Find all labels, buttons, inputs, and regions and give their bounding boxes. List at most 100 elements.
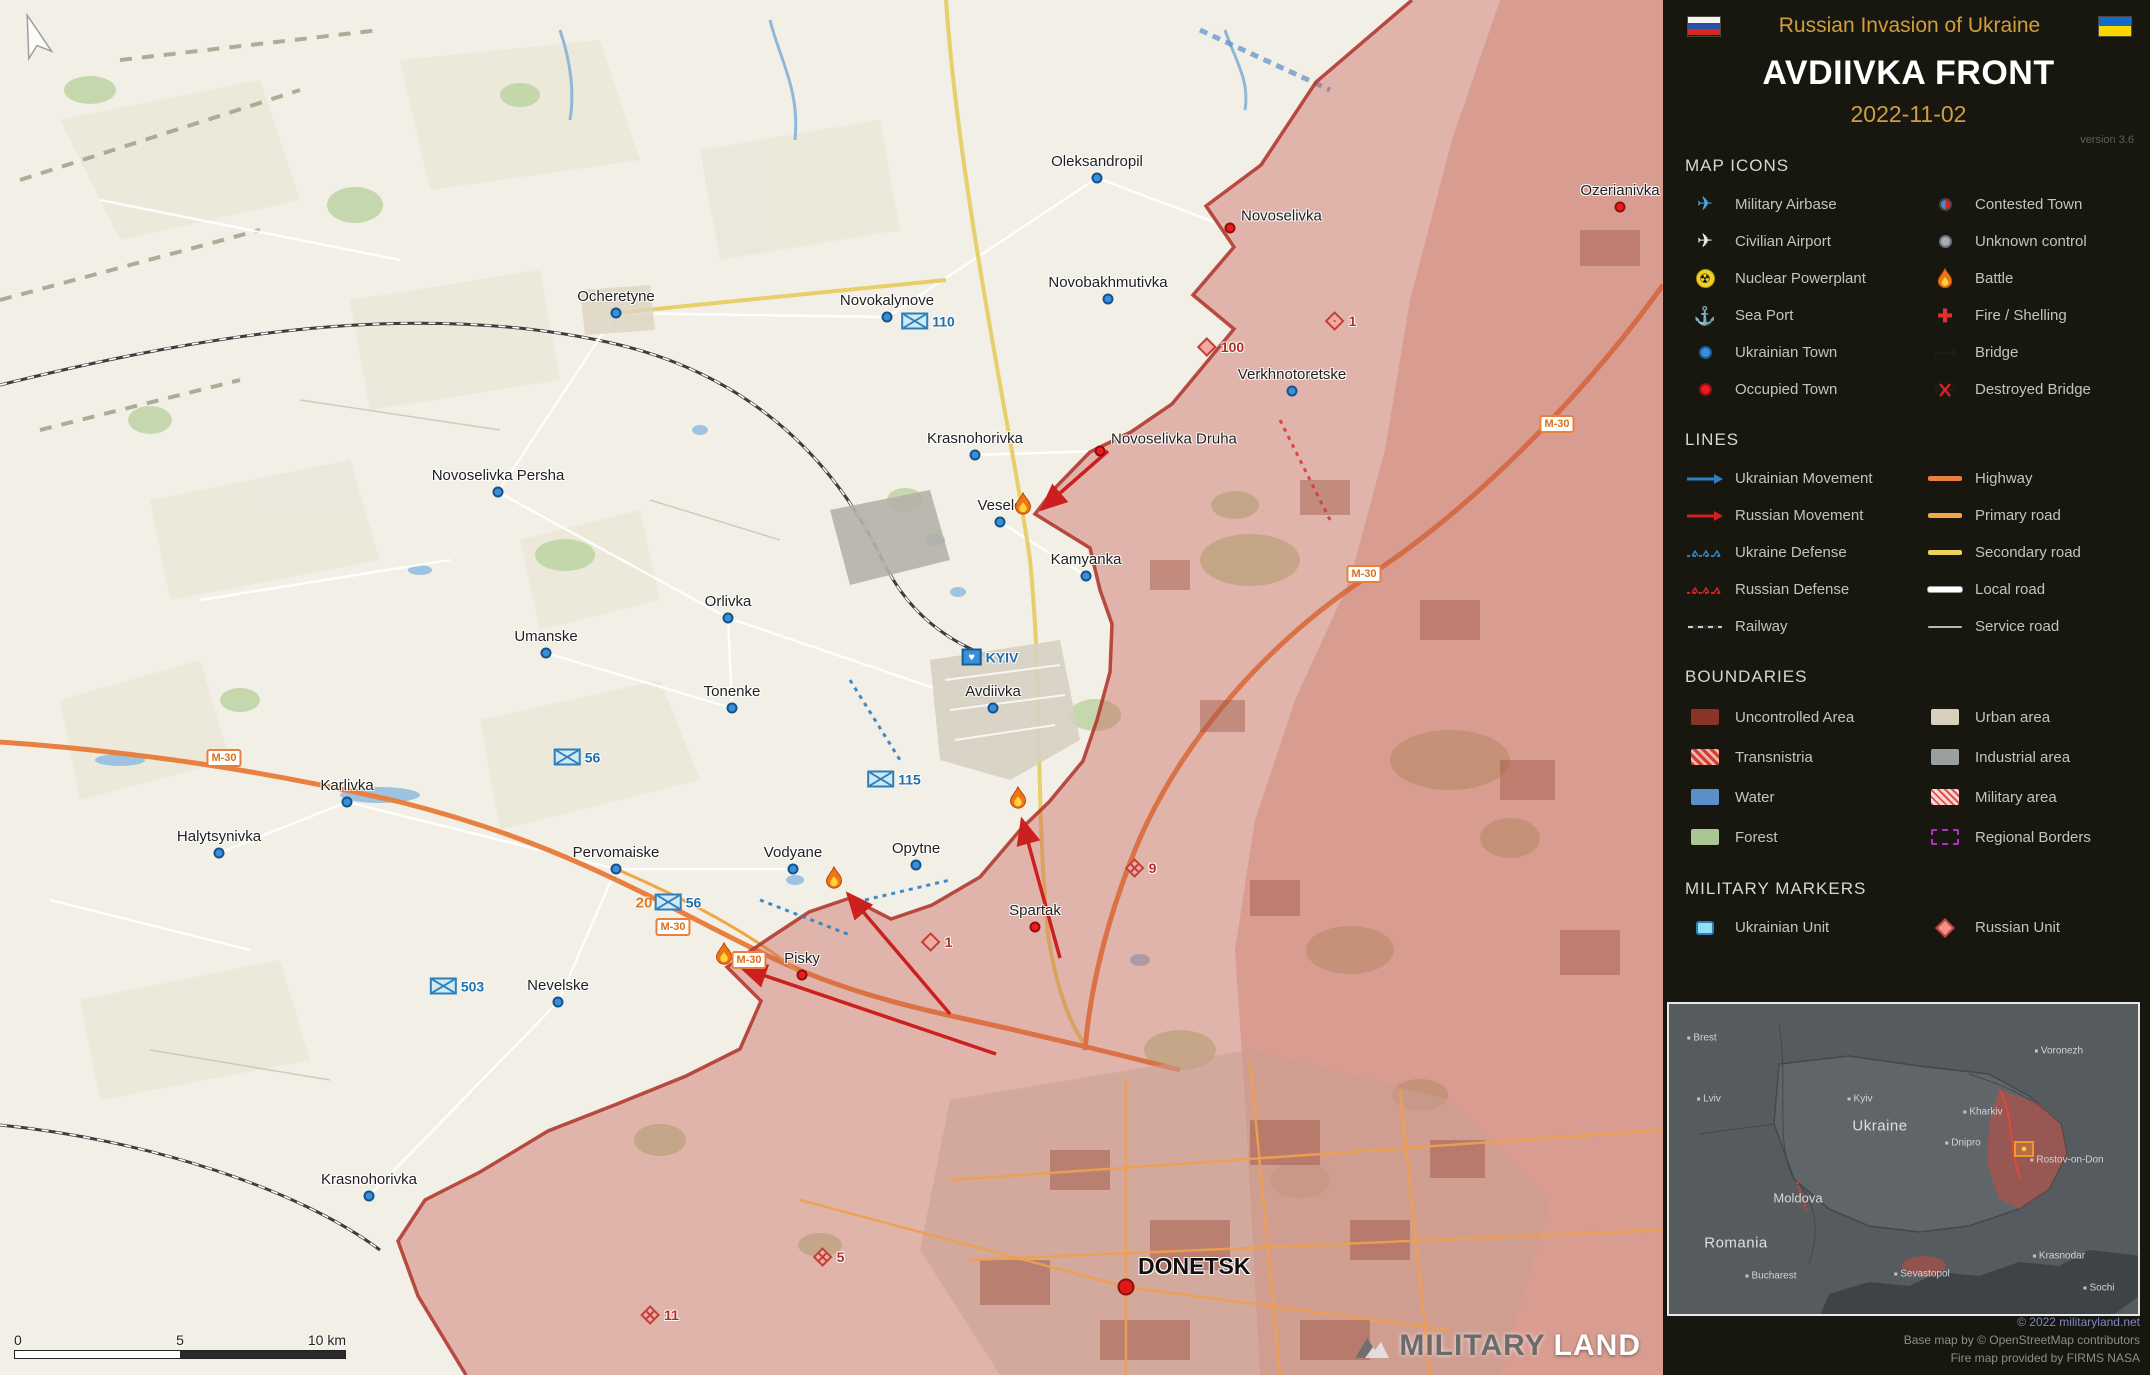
legend-item-forest: Forest [1685,817,1921,857]
city-dot [1963,1111,1966,1114]
legend-item-fire-shelling: ✚Fire / Shelling [1925,297,2145,334]
battle-fire-icon [824,866,844,894]
town-label: Opytne [892,840,940,857]
legend-item-bridge: Bridge [1925,334,2145,371]
ru-unit-icon [1925,921,1965,935]
unit-number: 100 [1221,339,1244,355]
town-dot [541,648,552,659]
town-dot [1030,922,1041,933]
town-label: Novoselivka Persha [432,467,565,484]
town-dot [1103,294,1114,305]
town-dot [1092,173,1103,184]
legend-item-ukrainian-town: Ukrainian Town [1685,334,1921,371]
credit-basemap: Base map by © OpenStreetMap contributors [1904,1331,2140,1349]
city-dot [1894,1273,1897,1276]
minimap-city-brest: Brest [1687,1033,1716,1044]
city-dot [1745,1275,1748,1278]
minimap-city-dnipro: Dnipro [1945,1138,1980,1149]
legend-item-unknown-control: Unknown control [1925,223,2145,260]
ukrainian-unit-icon [901,313,928,330]
town-dot [493,487,504,498]
russian-unit-9: 9 [1128,860,1157,876]
ukrainian-unit-icon [554,749,581,766]
legend-item-urban-area: Urban area [1925,697,2145,737]
russian-unit-icon [921,932,941,952]
road-badge-m-30: M-30 [206,749,241,767]
unit-number: 56 [585,749,601,765]
town-label: Krasnohorivka [321,1171,417,1188]
legend-item-military-airbase: ✈Military Airbase [1685,186,1921,223]
battle-icon [1925,268,1965,289]
minimap-city-rostov-on-don: Rostov-on-Don [2030,1155,2103,1166]
town-label: Krasnohorivka [927,430,1023,447]
front-date: 2022-11-02 [1685,101,2132,128]
unit-number: 56 [686,894,702,910]
unit-number: 503 [461,978,484,994]
nuclear-powerplant-icon: ☢ [1685,269,1725,288]
military-markers-title: MILITARY MARKERS [1685,879,2150,899]
legend-item-transnistria: Transnistria [1685,737,1921,777]
legend-item-service-road: Service road [1925,608,2145,645]
bridge-icon [1925,346,1965,360]
occupied-town-icon [1685,383,1725,396]
city-dot [2083,1287,2086,1290]
lines-title: LINES [1685,430,2150,450]
legend-sidebar: Russian Invasion of Ukraine AVDIIVKA FRO… [1663,0,2150,1375]
russian-unit-icon [640,1305,660,1325]
russian-unit-100: 100 [1200,339,1244,355]
town-dot [970,450,981,461]
minimap-city-sochi: Sochi [2083,1283,2114,1294]
legend-item-russian-unit: Russian Unit [1925,909,2145,946]
legend-item-highway: Highway [1925,460,2145,497]
ukr-defense-icon [1685,547,1725,559]
town-label: Pisky [784,950,820,967]
city-dot [1687,1037,1690,1040]
minimap-city-kyiv: Kyiv [1848,1094,1873,1105]
minimap-city-kharkiv: Kharkiv [1963,1107,2002,1118]
town-dot [788,864,799,875]
russian-unit-icon [813,1247,833,1267]
road-badge-m-30: M-30 [655,918,690,936]
legend-item-ukrainian-unit: Ukrainian Unit [1685,909,1921,946]
town-dot [611,864,622,875]
orange-number-20: 20 [636,895,653,912]
russian-unit-11: 11 [643,1307,679,1323]
road-badge-m-30: M-30 [1346,565,1381,583]
unit-number: 110 [932,313,955,329]
military-area-icon [1925,789,1965,805]
minimap-city-sevastopol: Sevastopol [1894,1269,1949,1280]
ukrainian-unit-110: 110 [901,313,955,330]
town-label: Ocheretyne [577,288,655,305]
town-dot [1287,386,1298,397]
legend-item-russian-movement: Russian Movement [1685,497,1921,534]
scale-segment-light [15,1351,180,1358]
forest-icon [1685,829,1725,845]
minimap-city-ukraine: Ukraine [1852,1118,1907,1135]
legend-item-russian-defense: Russian Defense [1685,571,1921,608]
header-title: Russian Invasion of Ukraine [1779,14,2040,38]
scale-ten: 10 km [308,1332,346,1348]
avdiivka-front-map-app: OleksandropilNovoselivkaOzerianivkaNovok… [0,0,2150,1375]
fire-shelling-icon: ✚ [1925,307,1965,325]
legend-item-water: Water [1685,777,1921,817]
front-title: AVDIIVKA FRONT [1685,54,2132,93]
unknown-control-icon [1925,235,1965,248]
town-label: Avdiivka [965,683,1021,700]
legend-item-regional-borders: Regional Borders [1925,817,2145,857]
legend-item-contested-town: Contested Town [1925,186,2145,223]
town-dot [995,517,1006,528]
legend-item-destroyed-bridge: Destroyed Bridge [1925,371,2145,408]
town-dot [727,703,738,714]
boundaries-title: BOUNDARIES [1685,667,2150,687]
legend-item-ukrainian-movement: Ukrainian Movement [1685,460,1921,497]
uncontrolled-icon [1685,709,1725,725]
town-dot [1095,446,1106,457]
city-dot [1945,1142,1948,1145]
ukrainian-unit-56: 56 [554,749,601,766]
legend-item-uncontrolled-area: Uncontrolled Area [1685,697,1921,737]
battle-fire-icon [1008,786,1028,814]
minimap-city-krasnodar: Krasnodar [2033,1251,2085,1262]
russian-unit-1: 1 [924,934,953,950]
city-dot [1697,1098,1700,1101]
town-dot [911,860,922,871]
